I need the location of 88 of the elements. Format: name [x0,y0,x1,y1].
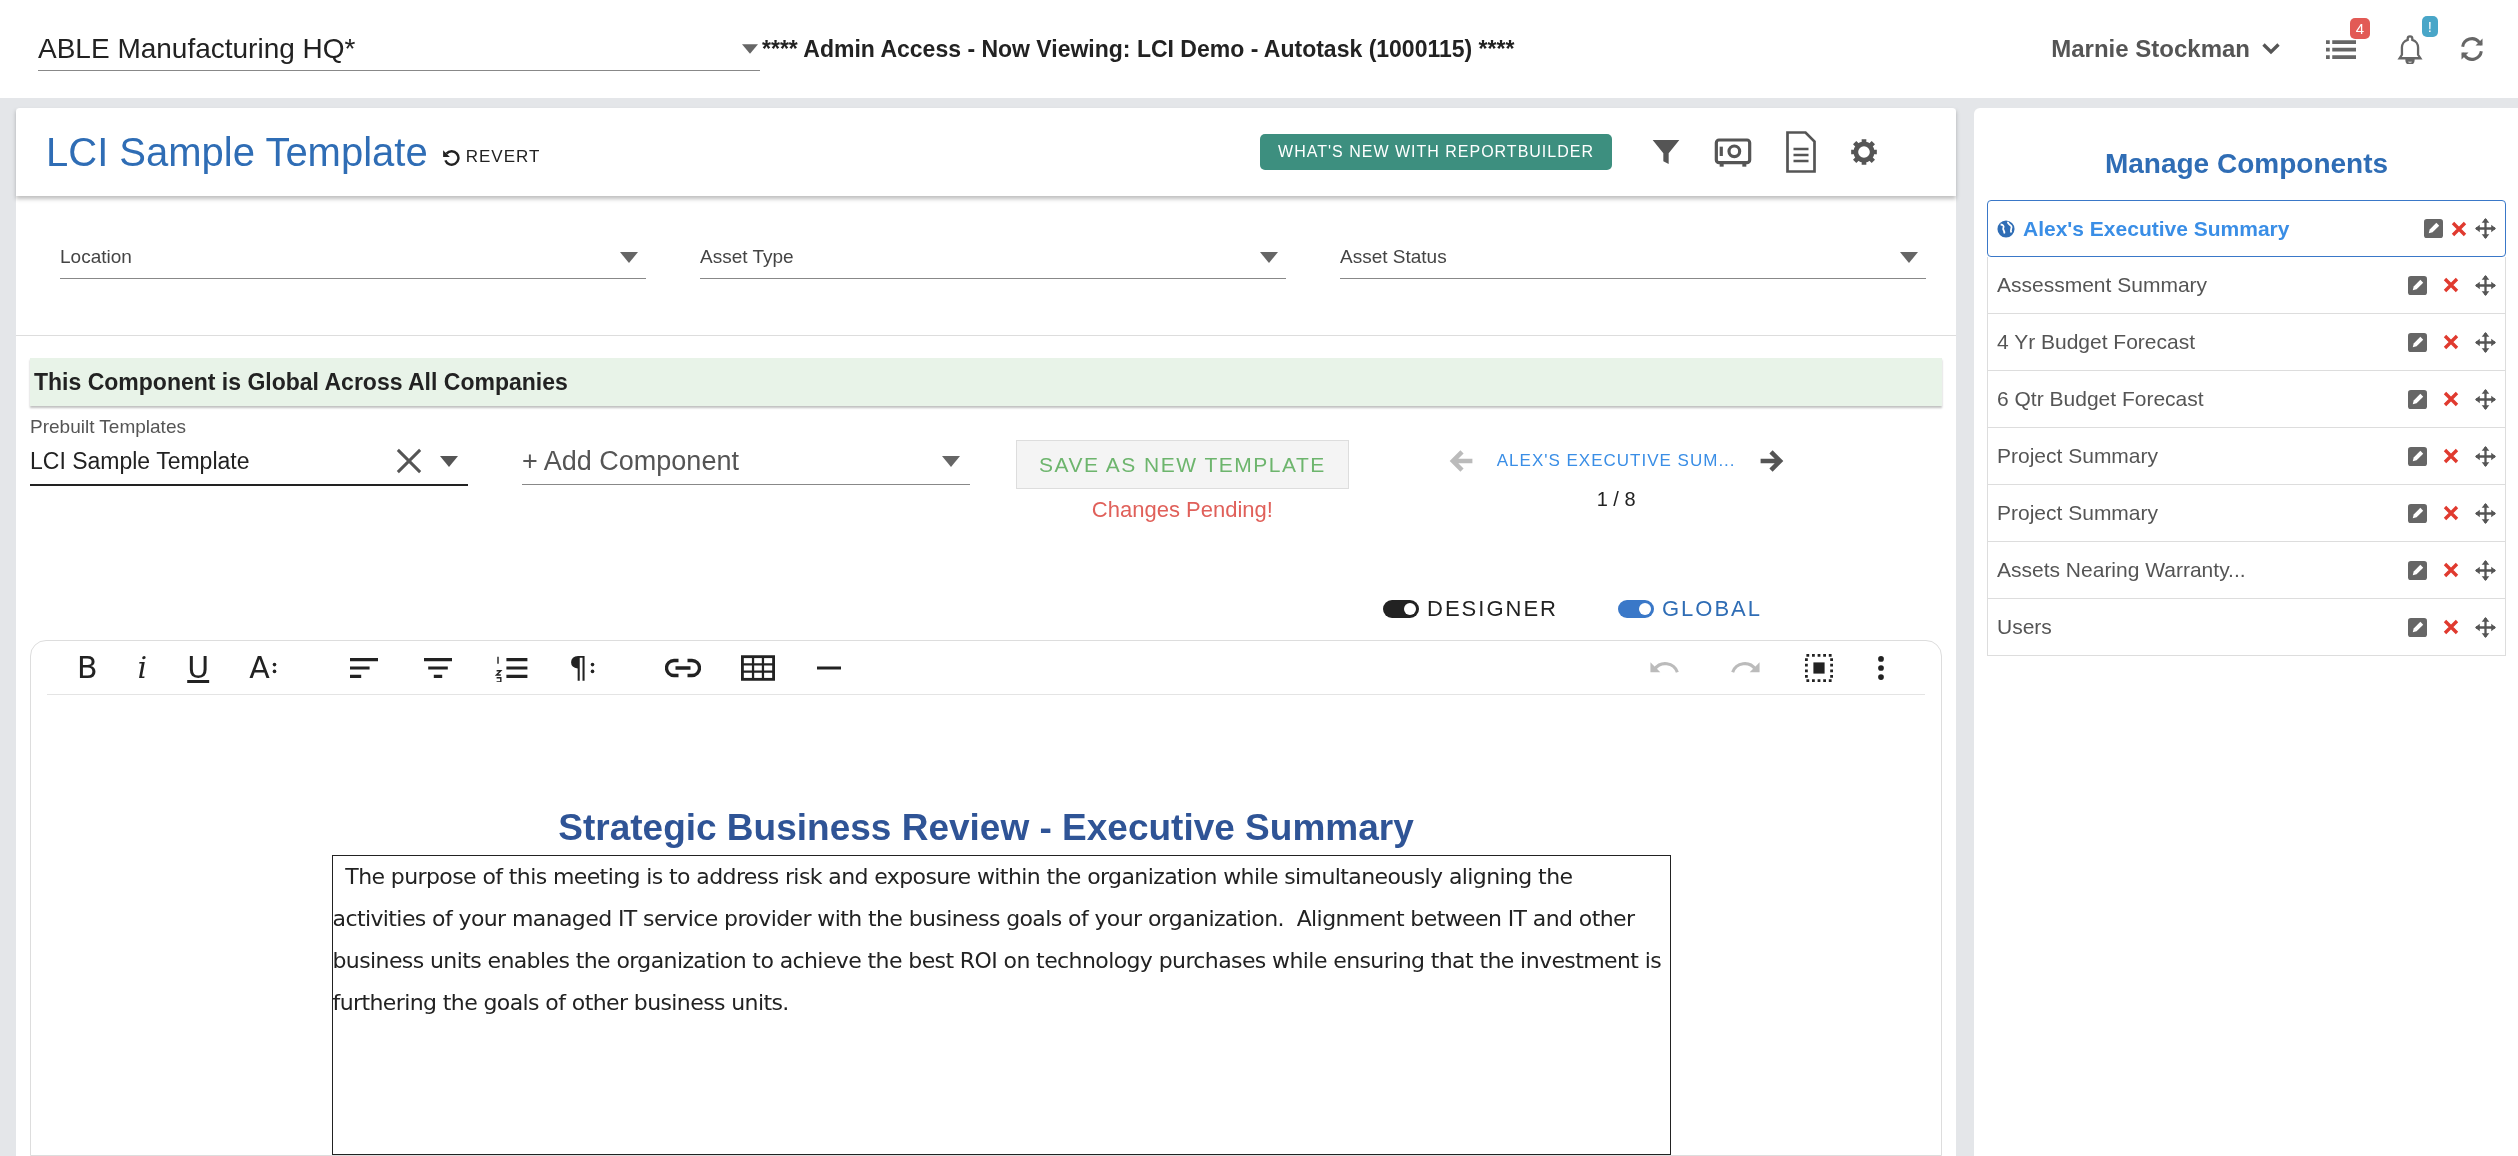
field-label: Prebuilt Templates [30,416,187,438]
clear-icon[interactable] [396,448,422,474]
select-all-icon[interactable] [1805,653,1833,682]
admin-notice: **** Admin Access - Now Viewing: LCI Demo - Autotask (1000115) **** [762,35,1515,63]
edit-icon[interactable] [2408,332,2427,352]
global-banner: This Component is Global Across All Companies [30,358,1942,406]
component-name: Users [1997,615,2052,639]
component-item[interactable]: Assessment Summary [1987,257,2506,314]
document-icon[interactable] [1784,131,1818,173]
revert-button[interactable]: REVERT [441,147,541,167]
delete-icon[interactable] [2443,448,2459,464]
task-list-button[interactable]: 4 [2326,18,2370,62]
template-title: LCI Sample Template [46,129,428,175]
template-select[interactable]: LCI Sample Template [30,438,468,486]
component-item[interactable]: Project Summary [1987,428,2506,485]
component-name: 4 Yr Budget Forecast [1997,330,2196,354]
edit-icon[interactable] [2408,560,2427,580]
move-icon[interactable] [2475,445,2496,467]
component-name: Project Summary [1997,501,2159,525]
summary-paragraph: The purpose of this meeting is to address risk and exposure within the organization while simultaneously aligning the activities of your managed IT service provider with the business goals of your organization. Alignment between IT and other business units enables the organization to achieve the best ROI on technology purchases while ensuring that the investment is furthering the goals of other business units. [332,863,1663,1017]
add-component-select[interactable]: + Add Component [522,438,970,485]
edit-icon[interactable] [2408,389,2427,409]
mode-toggle[interactable]: DESIGNER [1383,596,1558,622]
link-icon[interactable] [664,656,701,679]
user-menu[interactable]: Marnie Stockman [2051,35,2280,63]
italic-button[interactable]: i [137,650,148,685]
move-icon[interactable] [2475,559,2496,581]
move-icon[interactable] [2475,274,2496,296]
undo-icon [441,148,460,166]
delete-icon[interactable] [2443,562,2459,578]
move-icon[interactable] [2475,218,2496,239]
component-name: Assets Nearing Warranty... [1997,558,2246,582]
delete-icon[interactable] [2443,277,2459,293]
filter-dropdown[interactable]: Asset Status [1340,236,1926,279]
move-icon[interactable] [2475,331,2496,353]
company-select[interactable]: ABLE Manufacturing HQ* [38,27,760,71]
delete-icon[interactable] [2443,505,2459,521]
component-name: Assessment Summary [1997,273,2208,297]
edit-icon[interactable] [2408,446,2427,466]
component-item[interactable]: 4 Yr Budget Forecast [1987,314,2506,371]
more-icon[interactable] [1877,654,1885,681]
bell-icon [2396,34,2424,64]
delete-icon[interactable] [2443,619,2459,635]
component-name: 6 Qtr Budget Forecast [1997,387,2204,411]
mode-toggle[interactable]: GLOBAL [1617,596,1762,622]
edit-icon[interactable] [2408,617,2427,637]
component-name: Alex's Executive Summary [2023,216,2290,241]
caret-icon [742,43,758,54]
filter-dropdown[interactable]: Location [60,236,646,279]
delete-icon[interactable] [2451,220,2467,237]
filter-dropdown[interactable]: Asset Type [700,236,1286,279]
component-item[interactable]: Project Summary [1987,485,2506,542]
caret-icon [620,251,638,263]
horizontal-rule-icon[interactable] [814,665,843,670]
switch-icon [1617,600,1654,618]
underline-button[interactable]: U [187,650,210,685]
count-badge: 4 [2349,18,2370,39]
safe-icon[interactable] [1714,136,1752,168]
pending-message: Changes Pending! [1091,497,1273,523]
component-item[interactable]: Assets Nearing Warranty... [1987,542,2506,599]
bold-button[interactable]: B [77,650,98,685]
panel-title: Manage Components [2103,147,2390,181]
paragraph-button[interactable]: ¶ [568,650,595,685]
switch-icon [1383,600,1420,618]
page-counter: 1 / 8 [1596,488,1636,511]
edit-icon[interactable] [2408,275,2427,295]
move-icon[interactable] [2475,388,2496,410]
table-icon[interactable] [740,654,775,681]
whats-new-button[interactable]: WHAT'S NEW WITH REPORTBUILDER [1260,134,1612,170]
component-name: Project Summary [1997,444,2159,468]
component-item[interactable]: Users [1987,599,2506,656]
caret-icon [942,455,960,467]
move-icon[interactable] [2475,616,2496,638]
caret-icon [1260,251,1278,263]
delete-icon[interactable] [2443,334,2459,350]
caret-icon [440,455,458,467]
caret-icon [1900,251,1918,263]
settings-icon[interactable] [1850,138,1878,166]
document-heading: Strategic Business Review - Executive Summary [558,807,1414,849]
edit-icon[interactable] [2408,503,2427,523]
font-size-button[interactable]: A [249,650,277,685]
refresh-icon[interactable] [2458,35,2486,63]
move-icon[interactable] [2475,502,2496,524]
component-item[interactable]: 6 Qtr Budget Forecast [1987,371,2506,428]
chevron-icon [2262,43,2280,55]
alert-badge: ! [2421,16,2438,37]
delete-icon[interactable] [2443,391,2459,407]
edit-icon[interactable] [2424,219,2443,238]
